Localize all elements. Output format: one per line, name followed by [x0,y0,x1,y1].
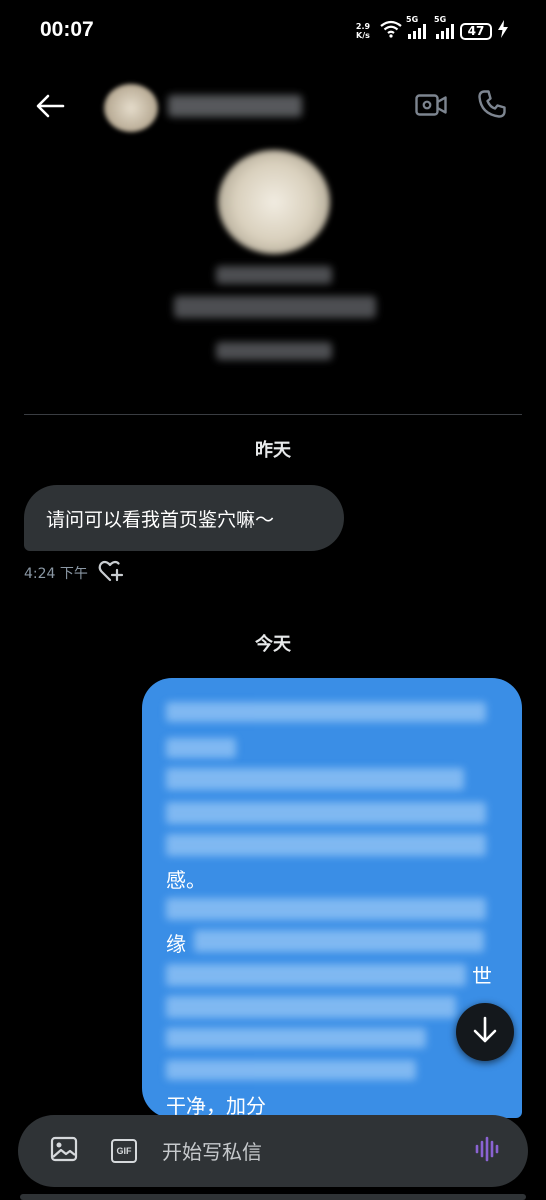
home-indicator [20,1194,526,1200]
signal-1-icon: 5G [406,15,426,39]
status-icons: 2.9 K/s 5G 5G 47 [352,15,508,44]
voice-wave-icon [474,1135,502,1167]
scroll-to-bottom-button[interactable] [456,1003,514,1061]
heart-plus-icon[interactable] [98,560,124,586]
battery-indicator: 47 [460,22,492,40]
conversation-name[interactable] [168,95,302,117]
voice-call-button[interactable] [472,86,512,126]
network-speed-unit: K/s [356,31,370,40]
gif-label: GIF [111,1139,137,1163]
message-input[interactable] [162,1137,452,1167]
signal-2-icon: 5G [434,15,454,39]
profile-name [216,266,332,284]
outgoing-text-fragment-4: 世 [472,964,492,988]
profile-info [216,342,332,360]
outgoing-text-fragment-3: 干净，加分 [166,1094,266,1118]
video-camera-icon [415,93,447,121]
add-gif-button[interactable]: GIF [106,1133,142,1169]
image-icon [50,1136,78,1166]
date-separator-yesterday: 昨天 [255,440,291,461]
wifi-icon [380,20,402,42]
back-button[interactable] [30,88,70,128]
outgoing-text-fragment-2: 缘 [166,932,186,956]
date-separator-today: 今天 [255,634,291,655]
signal-1-label: 5G [406,15,419,24]
voice-message-button[interactable] [470,1133,506,1169]
signal-2-label: 5G [434,15,447,24]
message-timestamp: 4:24 下午 [24,566,88,582]
add-image-button[interactable] [46,1133,82,1169]
incoming-message-text: 请问可以看我首页鉴穴嘛～ [46,509,275,531]
divider [24,414,522,415]
network-speed-value: 2.9 [355,22,371,31]
phone-icon [477,89,507,123]
profile-handle [174,296,376,318]
message-composer: GIF [18,1115,528,1187]
incoming-message-bubble[interactable]: 请问可以看我首页鉴穴嘛～ [24,485,344,551]
arrow-down-icon [472,1016,498,1048]
outgoing-text-fragment-1: 感。 [166,868,206,892]
arrow-left-icon [35,93,65,123]
conversation-avatar[interactable] [104,84,158,132]
network-speed: 2.9 K/s [352,22,374,40]
status-time: 00:07 [40,18,94,41]
charging-icon [498,20,508,42]
incoming-message-meta: 4:24 下午 [24,560,124,586]
profile-avatar[interactable] [218,150,330,254]
video-call-button[interactable] [412,88,450,126]
status-bar: 00:07 2.9 K/s 5G 5G 47 [0,0,546,62]
